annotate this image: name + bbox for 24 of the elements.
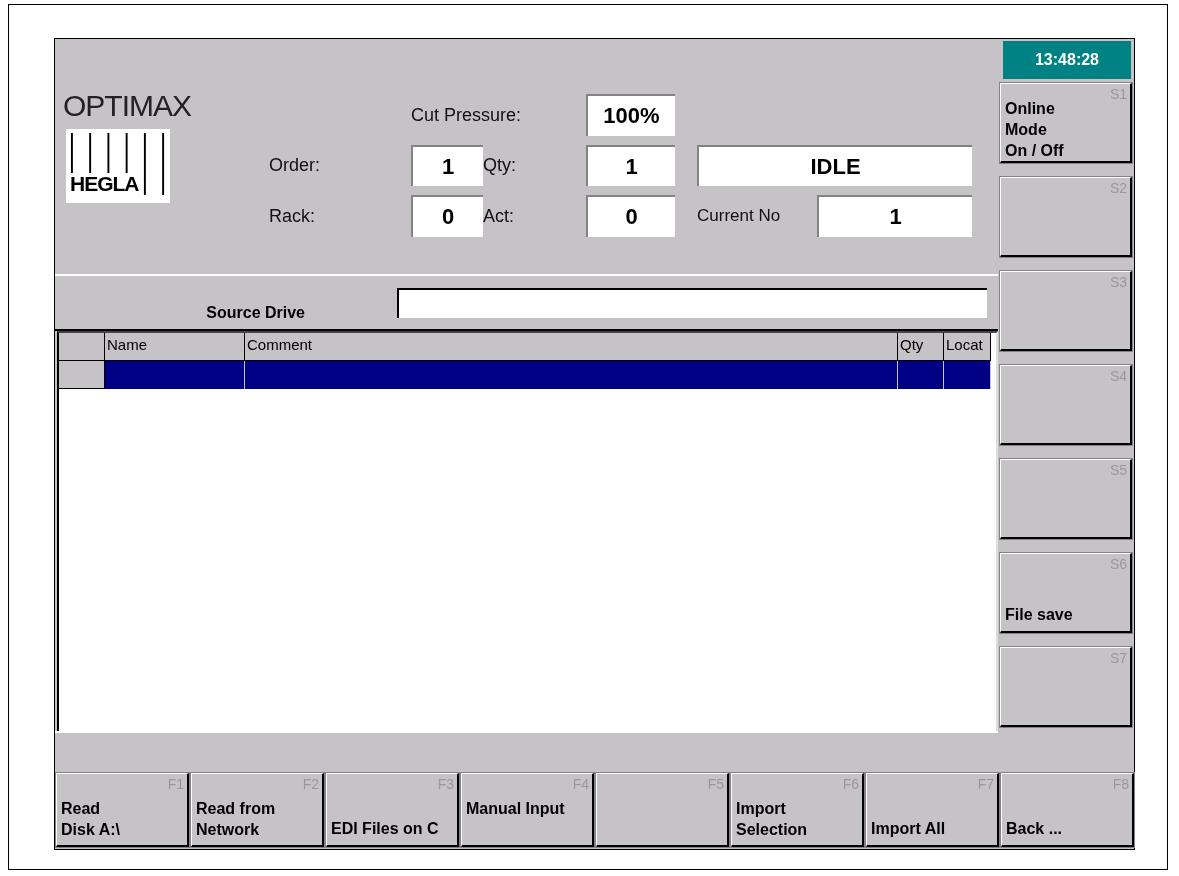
field-label: Current No [697, 206, 782, 226]
table-corner [59, 333, 105, 361]
row-header[interactable] [59, 361, 105, 389]
field-label: Act: [483, 205, 515, 227]
column-header[interactable]: Qty [898, 333, 944, 361]
status-field: IDLE [697, 145, 972, 186]
value-field: 1 [411, 145, 483, 186]
value-field: 0 [586, 195, 675, 237]
app-title: OPTIMAX [63, 89, 191, 123]
column-header[interactable]: Comment [245, 333, 898, 361]
field-label: Cut Pressure: [411, 104, 523, 126]
clock: 13:48:28 [1003, 41, 1131, 79]
value-field: 100% [586, 94, 675, 136]
column-header[interactable]: Name [105, 333, 245, 361]
logo: HEGLA [66, 129, 170, 203]
value-field: 1 [817, 195, 972, 237]
value-field: 1 [586, 145, 675, 186]
field-label: Order: [268, 155, 321, 176]
field-label: Source Drive [205, 302, 305, 322]
column-header[interactable]: Locat [944, 333, 991, 361]
field-label: Rack: [268, 205, 316, 227]
field-label: Qty: [483, 155, 517, 176]
source-drive-field[interactable] [397, 287, 987, 318]
value-field: 0 [411, 195, 483, 237]
